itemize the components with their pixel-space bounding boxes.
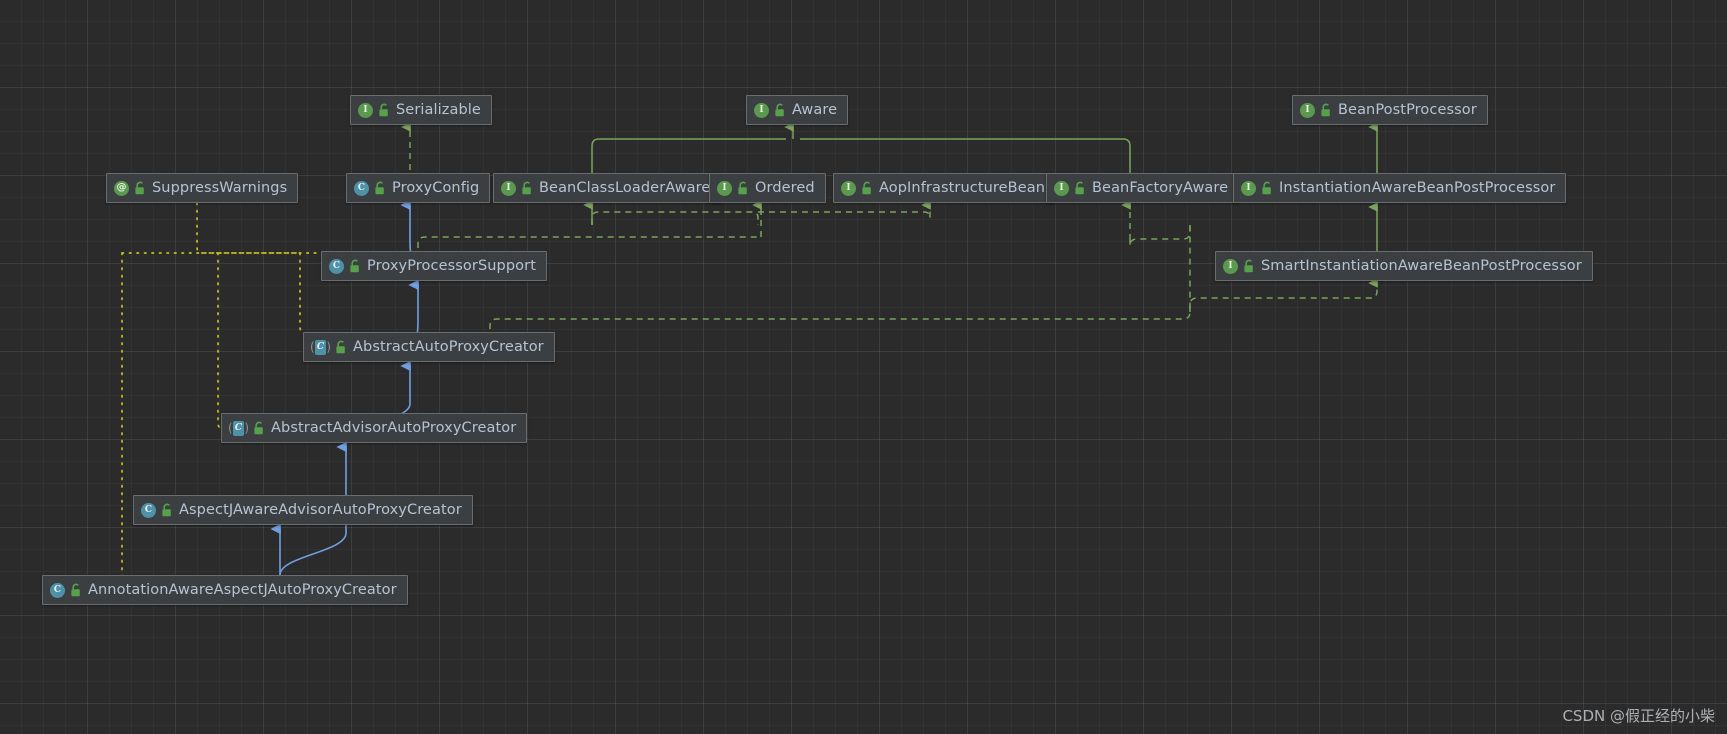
edge-aapc-implements-bfa	[489, 200, 1191, 362]
interface-icon: I	[717, 180, 732, 196]
class-node-annotationawareaspectjautoproxycreator[interactable]: C AnnotationAwareAspectJAutoProxyCreator	[42, 575, 408, 605]
lock-icon	[349, 259, 361, 273]
lock-icon	[253, 421, 265, 435]
node-label: Serializable	[396, 101, 481, 118]
class-icon: C	[329, 258, 344, 274]
class-node-ordered[interactable]: I Ordered	[709, 173, 826, 203]
node-label: ProxyConfig	[392, 179, 480, 196]
interface-icon: I	[1054, 180, 1069, 196]
abstract-class-icon: (C)	[310, 339, 331, 355]
node-label: AbstractAdvisorAutoProxyCreator	[271, 419, 517, 436]
class-node-suppresswarnings[interactable]: @ SuppressWarnings	[106, 173, 299, 203]
class-node-proxyprocessorsupport[interactable]: C ProxyProcessorSupport	[321, 251, 547, 281]
lock-icon	[335, 340, 347, 354]
class-node-instantiationawarebeanpostprocessor[interactable]: I InstantiationAwareBeanPostProcessor	[1233, 173, 1567, 203]
lock-icon	[521, 181, 533, 195]
lock-icon	[374, 181, 386, 195]
class-node-beanfactoryaware[interactable]: I BeanFactoryAware	[1046, 173, 1240, 203]
class-node-beanclassloaderaware[interactable]: I BeanClassLoaderAware	[493, 173, 722, 203]
class-node-aspectjawareadvisorautoproxycreator[interactable]: C AspectJAwareAdvisorAutoProxyCreator	[133, 495, 473, 525]
lock-icon	[1261, 181, 1273, 195]
edge-aapc-implements-siabpp	[1189, 278, 1378, 312]
class-icon: C	[50, 582, 65, 598]
node-label: AopInfrastructureBean	[879, 179, 1046, 196]
abstract-class-icon: (C)	[228, 420, 249, 436]
lock-icon	[161, 503, 173, 517]
lock-icon	[1320, 103, 1332, 117]
edge-suppresswarnings-annotation-usages	[61, 202, 363, 592]
node-label: BeanPostProcessor	[1338, 101, 1477, 118]
node-label: AspectJAwareAdvisorAutoProxyCreator	[179, 501, 462, 518]
node-label: AnnotationAwareAspectJAutoProxyCreator	[88, 581, 397, 598]
lock-icon	[70, 583, 82, 597]
node-label: AbstractAutoProxyCreator	[353, 338, 544, 355]
interface-icon: I	[1241, 180, 1256, 196]
lock-icon	[861, 181, 873, 195]
node-label: Ordered	[755, 179, 815, 196]
node-label: Aware	[792, 101, 838, 118]
interface-icon: I	[754, 102, 769, 118]
class-node-abstractadvisorautoproxycreator[interactable]: (C) AbstractAdvisorAutoProxyCreator	[221, 413, 528, 443]
class-node-beanpostprocessor[interactable]: I BeanPostProcessor	[1292, 95, 1488, 125]
interface-icon: I	[1223, 258, 1238, 274]
node-label: SuppressWarnings	[152, 179, 288, 196]
class-node-abstractautoproxycreator[interactable]: (C) AbstractAutoProxyCreator	[303, 332, 555, 362]
node-label: SmartInstantiationAwareBeanPostProcessor	[1261, 257, 1582, 274]
class-node-serializable[interactable]: I Serializable	[350, 95, 492, 125]
class-node-aopinfrastructurebean[interactable]: I AopInfrastructureBean	[833, 173, 1057, 203]
node-label: BeanClassLoaderAware	[539, 179, 711, 196]
lock-icon	[1243, 259, 1255, 273]
node-label: InstantiationAwareBeanPostProcessor	[1279, 179, 1556, 196]
node-label: ProxyProcessorSupport	[367, 257, 536, 274]
watermark-text: CSDN @假正经的小柴	[1562, 707, 1715, 725]
node-label: BeanFactoryAware	[1092, 179, 1229, 196]
class-icon: C	[354, 180, 369, 196]
class-node-smartinstantiationawarebeanpostprocessor[interactable]: I SmartInstantiationAwareBeanPostProcess…	[1215, 251, 1593, 281]
annotation-icon: @	[114, 180, 129, 196]
class-node-proxyconfig[interactable]: C ProxyConfig	[346, 173, 491, 203]
interface-icon: I	[358, 102, 373, 118]
interface-icon: I	[1300, 102, 1315, 118]
lock-icon	[1074, 181, 1086, 195]
lock-icon	[774, 103, 786, 117]
lock-icon	[134, 181, 146, 195]
class-node-aware[interactable]: I Aware	[746, 95, 849, 125]
class-icon: C	[141, 502, 156, 518]
lock-icon	[737, 181, 749, 195]
uml-class-diagram-canvas[interactable]: I Serializable I Aware I BeanPostProcess…	[0, 0, 1727, 734]
lock-icon	[378, 103, 390, 117]
interface-icon: I	[841, 180, 856, 196]
interface-icon: I	[501, 180, 516, 196]
